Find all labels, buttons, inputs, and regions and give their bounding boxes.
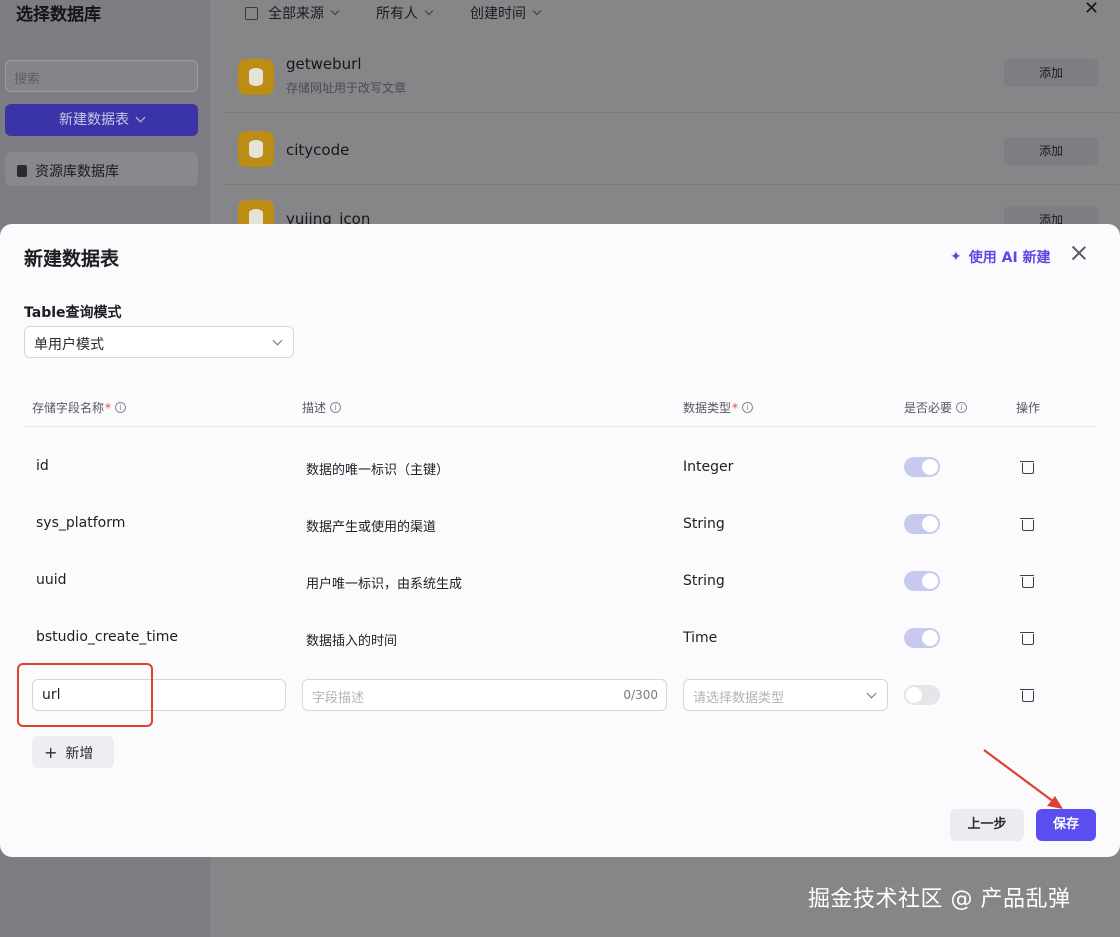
chevron-down-icon [424, 6, 434, 16]
ai-create-button[interactable]: ✦ 使用 AI 新建 [950, 247, 1051, 267]
source-icon [245, 6, 258, 20]
modal-title: 新建数据表 [24, 248, 120, 270]
field-desc: 数据的唯一标识（主键） [306, 463, 450, 478]
filter-owner[interactable]: 所有人 [376, 3, 434, 23]
header-divider [24, 426, 1096, 427]
filter-bar: 全部来源 所有人 创建时间 [245, 3, 578, 23]
database-icon [238, 59, 274, 95]
delete-icon[interactable] [1020, 517, 1034, 531]
column-header-label: 数据类型 [683, 401, 732, 415]
field-name: bstudio_create_time [36, 629, 178, 645]
list-item: citycode 添加 [224, 117, 1118, 185]
info-icon: i [330, 402, 342, 413]
field-name: id [36, 458, 49, 474]
required-mark: * [105, 400, 112, 415]
search-input[interactable]: 搜索 [5, 60, 198, 92]
column-header-label: 存储字段名称 [32, 401, 105, 415]
column-header-type: 数据类型 * i [683, 399, 754, 416]
toggle-knob [906, 687, 922, 703]
required-mark: * [732, 400, 739, 415]
filter-source[interactable]: 全部来源 [245, 3, 340, 23]
highlight-annotation [17, 663, 153, 727]
field-name: uuid [36, 572, 67, 588]
column-header-label: 描述 [302, 401, 327, 415]
chevron-down-icon [866, 688, 877, 699]
toggle-knob [922, 516, 938, 532]
prev-step-button[interactable]: 上一步 [950, 809, 1024, 841]
add-field-button[interactable]: + 新增 [32, 736, 114, 768]
database-name: citycode [286, 141, 350, 159]
delete-icon[interactable] [1020, 460, 1034, 474]
new-table-modal: 新建数据表 ✦ 使用 AI 新建 Table查询模式 单用户模式 [0, 224, 1120, 857]
page-title: 选择数据库 [16, 5, 101, 25]
field-name: sys_platform [36, 515, 126, 531]
field-type-placeholder: 请选择数据类型 [693, 691, 785, 706]
column-header-label: 是否必要 [904, 401, 953, 415]
toggle-knob [922, 459, 938, 475]
field-desc: 数据插入的时间 [306, 634, 398, 649]
info-icon: i [956, 402, 968, 413]
close-icon[interactable]: ✕ [1084, 0, 1099, 19]
required-toggle[interactable] [904, 514, 940, 534]
filter-label: 所有人 [376, 6, 418, 22]
field-desc-input[interactable]: 字段描述 0/300 [302, 679, 667, 711]
database-desc: 存储网址用于改写文章 [286, 81, 407, 95]
toggle-knob [922, 630, 938, 646]
mode-label: Table查询模式 [24, 305, 122, 321]
filter-label: 全部来源 [268, 6, 324, 22]
chevron-down-icon [135, 112, 146, 123]
toggle-knob [922, 573, 938, 589]
delete-icon[interactable] [1020, 688, 1034, 702]
char-counter: 0/300 [623, 688, 658, 702]
delete-icon[interactable] [1020, 574, 1034, 588]
filter-created-time[interactable]: 创建时间 [470, 3, 542, 23]
book-icon [17, 165, 27, 177]
field-type-select[interactable]: 请选择数据类型 [683, 679, 888, 711]
delete-icon[interactable] [1020, 631, 1034, 645]
chevron-down-icon [272, 335, 283, 346]
database-icon [238, 131, 274, 167]
required-toggle[interactable] [904, 457, 940, 477]
add-database-button[interactable]: 添加 [1004, 59, 1098, 87]
column-header-required: 是否必要 i [904, 399, 968, 416]
required-toggle[interactable] [904, 628, 940, 648]
mode-select[interactable]: 单用户模式 [24, 326, 294, 358]
field-desc: 数据产生或使用的渠道 [306, 520, 437, 535]
mode-select-value: 单用户模式 [34, 337, 104, 353]
column-header-field: 存储字段名称 * i [32, 399, 127, 416]
field-type: Integer [683, 459, 734, 475]
info-icon: i [742, 402, 754, 413]
field-desc: 用户唯一标识，由系统生成 [306, 577, 463, 592]
new-table-button[interactable]: 新建数据表 [5, 104, 198, 136]
add-database-button[interactable]: 添加 [1004, 137, 1098, 165]
required-toggle[interactable] [904, 571, 940, 591]
sidebar-item-resource-library[interactable]: 资源库数据库 [5, 152, 198, 186]
field-type: Time [683, 630, 718, 646]
save-button[interactable]: 保存 [1036, 809, 1096, 841]
ai-create-label: 使用 AI 新建 [968, 250, 1051, 266]
info-icon: i [115, 402, 127, 413]
column-header-desc: 描述 i [302, 399, 342, 416]
chevron-down-icon [330, 6, 340, 16]
chevron-down-icon [532, 6, 542, 16]
column-header-label: 操作 [1016, 401, 1041, 415]
close-icon[interactable] [1070, 244, 1088, 262]
sidebar-item-label: 资源库数据库 [35, 164, 119, 180]
list-item: getweburl 存储网址用于改写文章 添加 [224, 45, 1118, 113]
required-toggle[interactable] [904, 685, 940, 705]
field-type: String [683, 516, 725, 532]
new-table-button-label: 新建数据表 [59, 112, 129, 128]
field-type: String [683, 573, 725, 589]
filter-label: 创建时间 [470, 6, 526, 22]
field-desc-placeholder: 字段描述 [312, 691, 365, 706]
sparkle-icon: ✦ [950, 249, 962, 265]
plus-icon: + [44, 743, 58, 762]
column-header-action: 操作 [1016, 399, 1040, 416]
add-field-label: 新增 [65, 746, 94, 762]
watermark: 掘金技术社区 @ 产品乱弹 [808, 887, 1071, 912]
database-name: getweburl [286, 55, 362, 73]
